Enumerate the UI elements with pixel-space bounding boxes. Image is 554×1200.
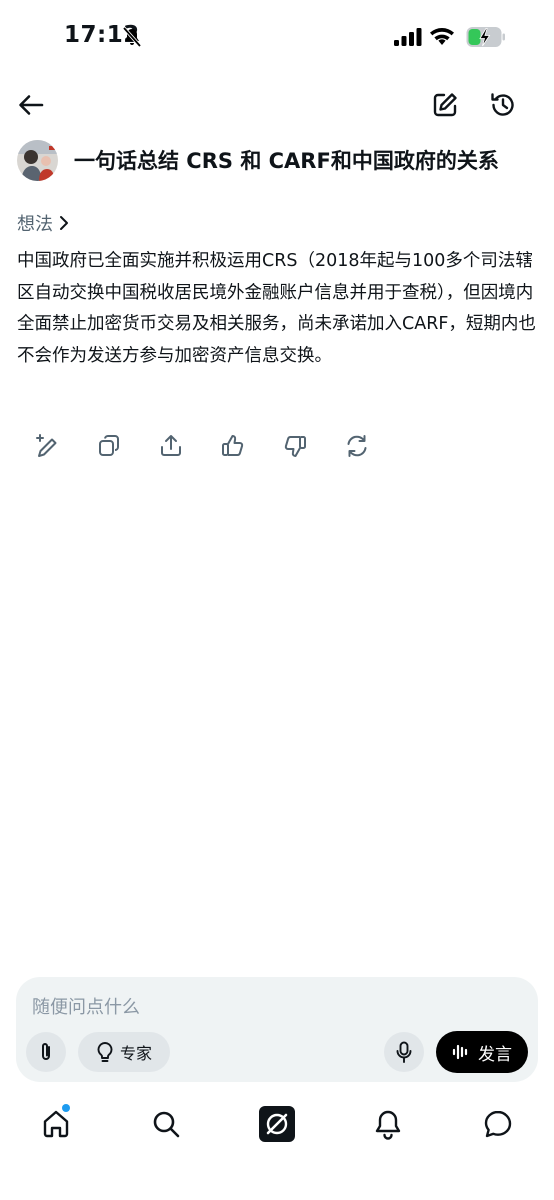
chat-title: 一句话总结 CRS 和 CARF和中国政府的关系: [74, 149, 499, 173]
cellular-signal-icon: [394, 28, 422, 46]
back-button[interactable]: [14, 88, 48, 122]
bell-off-icon: [122, 27, 142, 47]
new-chat-button[interactable]: [428, 88, 462, 122]
avatar-image: [17, 140, 58, 181]
home-icon: [43, 1110, 69, 1138]
thumbs-up-icon: [222, 435, 244, 456]
expert-mode-button[interactable]: 专家: [78, 1032, 170, 1072]
microphone-icon: [396, 1041, 412, 1063]
voice-waveform-icon: [452, 1044, 468, 1060]
regenerate-icon: [347, 435, 367, 457]
thoughts-toggle[interactable]: 想法: [17, 210, 69, 236]
thoughts-label: 想法: [17, 214, 53, 235]
thumbs-up-button[interactable]: [219, 432, 247, 460]
message-input[interactable]: 随便问点什么: [32, 993, 140, 1019]
share-button[interactable]: [157, 432, 185, 460]
edit-sparkle-icon: [36, 434, 57, 457]
answer-text: 中国政府已全面实施并积极运用CRS（2018年起与100多个司法辖区自动交换中国…: [17, 251, 536, 366]
attach-button[interactable]: [26, 1032, 66, 1072]
paperclip-icon: [42, 1043, 50, 1060]
home-notification-dot: [62, 1104, 70, 1112]
lightbulb-icon: [97, 1042, 113, 1062]
speak-button[interactable]: 发言: [436, 1031, 528, 1073]
microphone-button[interactable]: [384, 1032, 424, 1072]
notifications-icon: [375, 1110, 401, 1140]
nav-search[interactable]: [148, 1106, 184, 1142]
wifi-icon: [430, 28, 454, 45]
thumbs-down-button[interactable]: [281, 432, 309, 460]
back-arrow-icon: [19, 95, 44, 115]
expert-label: 专家: [119, 1044, 152, 1063]
thumbs-down-icon: [284, 436, 306, 457]
response-actions: [33, 432, 393, 460]
chevron-right-icon: [60, 216, 68, 230]
message-composer: 随便问点什么 专家 发言: [16, 977, 538, 1082]
battery-charging-icon: [466, 27, 505, 47]
status-bar: 17:12: [0, 0, 554, 76]
nav-messages[interactable]: [480, 1106, 516, 1142]
home-indicator: [206, 1186, 348, 1191]
nav-grok[interactable]: [259, 1106, 295, 1142]
search-icon: [153, 1111, 180, 1138]
new-chat-edit-icon: [433, 93, 457, 117]
history-icon: [491, 93, 514, 116]
regenerate-button[interactable]: [343, 432, 371, 460]
grok-icon: [259, 1106, 295, 1142]
avatar[interactable]: [17, 140, 58, 181]
messages-icon: [484, 1110, 512, 1138]
history-button[interactable]: [486, 88, 520, 122]
nav-notifications[interactable]: [370, 1106, 406, 1142]
copy-icon: [99, 435, 119, 456]
copy-button[interactable]: [95, 432, 123, 460]
speak-label: 发言: [478, 1044, 512, 1065]
share-icon: [161, 435, 181, 456]
edit-sparkle-button[interactable]: [33, 432, 61, 460]
bottom-nav: [0, 1098, 554, 1154]
nav-home[interactable]: [38, 1106, 74, 1142]
